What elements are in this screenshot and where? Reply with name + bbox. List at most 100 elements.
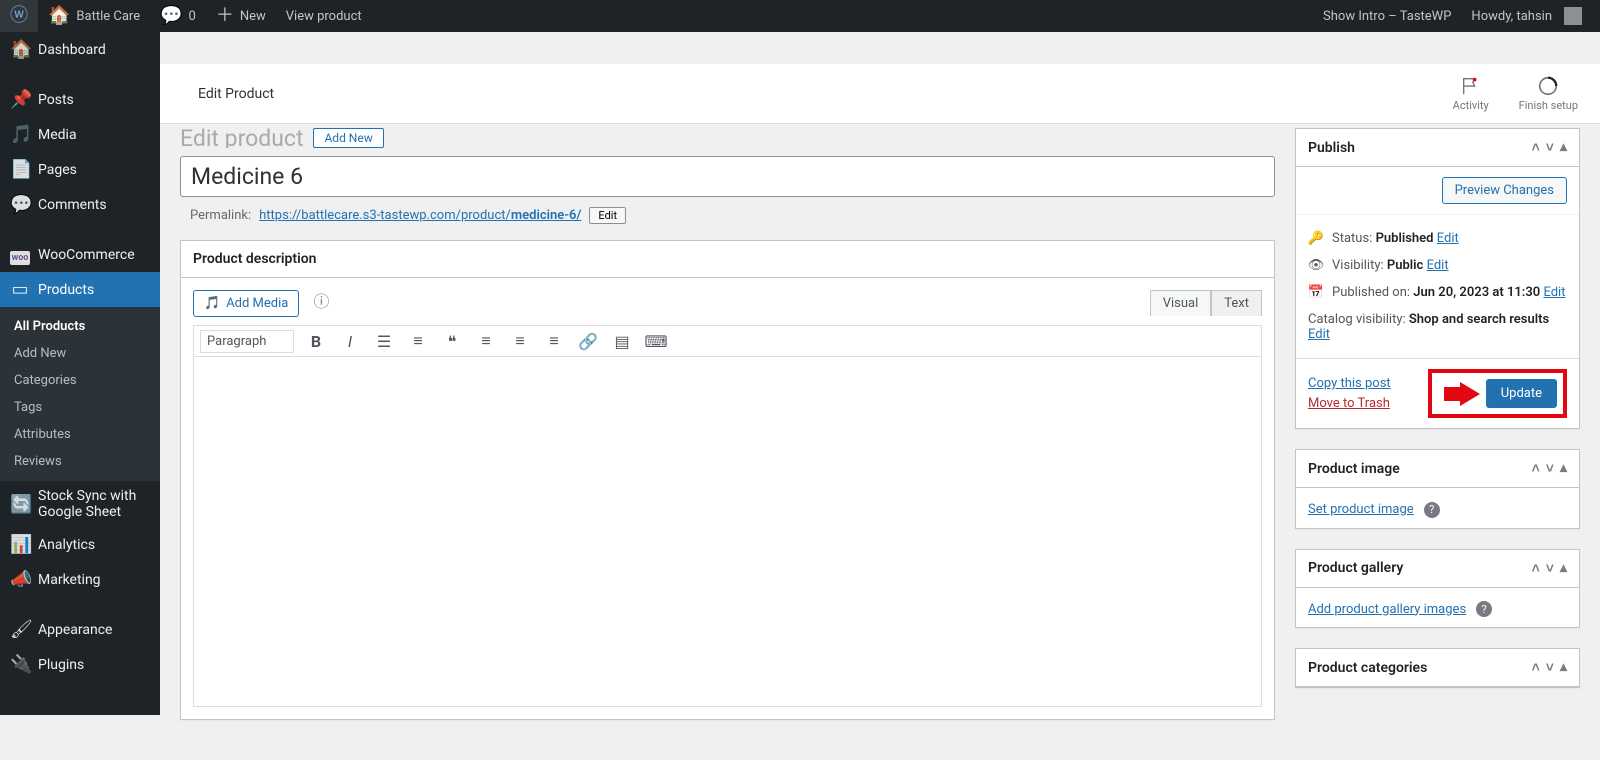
menu-media[interactable]: 🎵Media [0,117,160,152]
link-button[interactable]: 🔗 [576,329,600,353]
align-right-button[interactable]: ≡ [542,329,566,353]
product-categories-title: Product categories [1308,660,1427,676]
align-center-button[interactable]: ≡ [508,329,532,353]
move-up-icon[interactable]: ˄ [1532,659,1540,676]
menu-marketing[interactable]: 📣Marketing [0,562,160,597]
help-icon[interactable]: ? [1476,601,1492,617]
menu-stock-sync[interactable]: 🔄Stock Sync with Google Sheet [0,481,160,527]
block-format-select[interactable]: Paragraph [200,330,294,353]
visibility-value: Public [1387,258,1423,273]
show-intro-link[interactable]: Show Intro – TasteWP [1313,0,1461,32]
italic-button[interactable]: I [338,329,362,353]
toolbar-toggle-button[interactable]: ⌨ [644,329,668,353]
catalog-value: Shop and search results [1409,312,1549,327]
activity-button[interactable]: Activity [1453,75,1489,112]
woo-icon: woo [10,244,30,265]
description-box-title: Product description [193,251,316,267]
add-new-button[interactable]: Add New [313,128,383,148]
catalog-label: Catalog visibility: [1308,312,1406,327]
submenu-add-new[interactable]: Add New [0,340,160,367]
admin-sidebar: 🏠Dashboard 📌Posts 🎵Media 📄Pages 💬Comment… [0,32,160,715]
site-name-link[interactable]: 🏠Battle Care [38,0,150,32]
menu-products[interactable]: ▭Products [0,272,160,307]
readmore-button[interactable]: ▤ [610,329,634,353]
permalink-label: Permalink: [190,208,251,223]
menu-label: Pages [38,162,77,178]
published-value: Jun 20, 2023 at 11:30 [1413,285,1540,300]
page-heading: Edit product [180,128,303,148]
editor-toolbar: Paragraph B I ☰ ≡ ❝ ≡ ≡ ≡ 🔗 ▤ ⌨ [193,325,1262,357]
copy-post-link[interactable]: Copy this post [1308,374,1391,394]
permalink-edit-button[interactable]: Edit [589,207,626,224]
menu-plugins[interactable]: 🔌Plugins [0,647,160,682]
toggle-icon[interactable]: ▴ [1560,659,1567,676]
editor-textarea[interactable] [193,357,1262,707]
toggle-icon[interactable]: ▴ [1560,139,1567,156]
visual-tab[interactable]: Visual [1150,290,1212,316]
menu-posts[interactable]: 📌Posts [0,82,160,117]
move-down-icon[interactable]: ˅ [1546,139,1554,156]
howdy-account[interactable]: Howdy, tahsin [1461,0,1592,32]
edit-status-link[interactable]: Edit [1437,231,1459,246]
toggle-icon[interactable]: ▴ [1560,560,1567,577]
move-up-icon[interactable]: ˄ [1532,139,1540,156]
edit-catalog-link[interactable]: Edit [1308,327,1330,342]
media-icon: 🎵 [204,296,220,311]
submenu-categories[interactable]: Categories [0,367,160,394]
bold-button[interactable]: B [304,329,328,353]
submenu-attributes[interactable]: Attributes [0,421,160,448]
set-product-image-link[interactable]: Set product image [1308,502,1414,517]
view-product-link[interactable]: View product [276,0,372,32]
menu-analytics[interactable]: 📊Analytics [0,527,160,562]
menu-pages[interactable]: 📄Pages [0,152,160,187]
pin-icon: 📌 [10,89,30,110]
numbered-list-button[interactable]: ≡ [406,329,430,353]
activity-label: Activity [1453,99,1489,112]
move-down-icon[interactable]: ˅ [1546,560,1554,577]
product-title-input[interactable] [180,156,1275,197]
submenu-tags[interactable]: Tags [0,394,160,421]
menu-label: Appearance [38,622,112,638]
bullet-list-button[interactable]: ☰ [372,329,396,353]
menu-dashboard[interactable]: 🏠Dashboard [0,32,160,67]
edit-visibility-link[interactable]: Edit [1427,258,1449,273]
add-media-label: Add Media [226,296,288,311]
menu-label: Comments [38,197,107,213]
eye-icon: 👁 [1308,258,1324,273]
preview-changes-button[interactable]: Preview Changes [1442,177,1567,204]
blockquote-button[interactable]: ❝ [440,329,464,353]
status-label: Status: [1332,231,1372,246]
new-label: New [240,9,266,24]
move-down-icon[interactable]: ˅ [1546,460,1554,477]
text-tab[interactable]: Text [1211,290,1262,316]
move-to-trash-link[interactable]: Move to Trash [1308,394,1391,414]
add-media-button[interactable]: 🎵 Add Media [193,290,299,317]
menu-label: Dashboard [38,42,106,58]
toggle-icon[interactable]: ▴ [1560,460,1567,477]
update-button[interactable]: Update [1486,379,1557,408]
menu-label: Media [38,127,77,143]
wordpress-icon: ⓦ [10,7,28,25]
page-heading-row: Edit product Add New [180,128,1275,148]
menu-appearance[interactable]: 🖌Appearance [0,612,160,647]
new-content-link[interactable]: ＋New [206,0,276,32]
finish-setup-button[interactable]: Finish setup [1519,75,1578,112]
comments-link[interactable]: 💬0 [150,0,206,32]
product-gallery-box: Product gallery ˄˅▴ Add product gallery … [1295,549,1580,629]
help-icon[interactable]: ⓘ [313,292,329,311]
view-product-label: View product [286,9,362,24]
submenu-all-products[interactable]: All Products [0,313,160,340]
edit-date-link[interactable]: Edit [1543,285,1565,300]
submenu-reviews[interactable]: Reviews [0,448,160,475]
menu-comments[interactable]: 💬Comments [0,187,160,222]
help-icon[interactable]: ? [1424,502,1440,518]
move-up-icon[interactable]: ˄ [1532,560,1540,577]
permalink-link[interactable]: https://battlecare.s3-tastewp.com/produc… [259,208,581,223]
menu-label: Stock Sync with Google Sheet [38,488,152,520]
wp-logo[interactable]: ⓦ [0,0,38,32]
add-gallery-images-link[interactable]: Add product gallery images [1308,602,1466,617]
move-down-icon[interactable]: ˅ [1546,659,1554,676]
menu-woocommerce[interactable]: wooWooCommerce [0,237,160,272]
align-left-button[interactable]: ≡ [474,329,498,353]
move-up-icon[interactable]: ˄ [1532,460,1540,477]
